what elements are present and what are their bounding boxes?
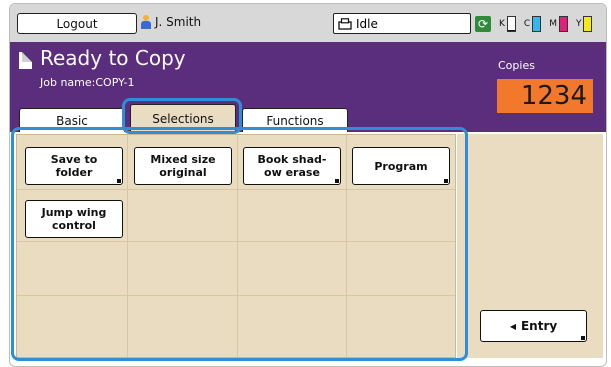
ink-level-fill xyxy=(584,17,592,31)
user-name: J. Smith xyxy=(155,15,202,29)
copies-label: Copies xyxy=(498,59,535,72)
entry-button[interactable]: ◀ Entry xyxy=(480,310,587,342)
arrow-left-icon: ◀ xyxy=(509,321,516,331)
ink-levels: ⟳ K C M Y xyxy=(475,13,603,34)
button-label: Save to folder xyxy=(50,153,98,179)
tab-functions[interactable]: Functions xyxy=(242,108,348,132)
mixed-size-original-button[interactable]: Mixed size original xyxy=(134,147,232,185)
ink-c: C xyxy=(523,15,542,32)
ink-level-fill xyxy=(507,29,515,31)
tab-label: Functions xyxy=(266,113,324,128)
submenu-marker-icon xyxy=(335,179,339,183)
printer-status-icon xyxy=(338,17,352,30)
ink-label: K xyxy=(499,18,505,29)
tab-selections[interactable]: Selections xyxy=(130,104,236,132)
ink-level-fill xyxy=(559,17,567,31)
ink-level-fill xyxy=(533,17,541,31)
ink-label: Y xyxy=(575,18,582,29)
copies-count[interactable]: 1234 xyxy=(497,79,593,113)
ink-level-bar xyxy=(583,15,593,32)
entry-label: Entry xyxy=(520,319,558,333)
tab-label: Basic xyxy=(56,113,88,128)
ink-level-bar xyxy=(532,15,542,32)
machine-status[interactable]: Idle xyxy=(333,13,471,34)
ink-y: Y xyxy=(575,15,593,32)
document-icon xyxy=(19,52,32,69)
ink-m: M xyxy=(549,15,568,32)
selections-panel: Save to folder Mixed size original Book … xyxy=(16,134,456,358)
button-label: Mixed size original xyxy=(150,153,216,179)
page-title: Ready to Copy xyxy=(40,46,186,70)
button-label: Jump wing control xyxy=(41,206,107,232)
jump-wing-control-button[interactable]: Jump wing control xyxy=(25,200,123,238)
submenu-marker-icon xyxy=(117,179,121,183)
job-name: Job name:COPY-1 xyxy=(40,76,135,89)
status-text: Idle xyxy=(356,16,378,31)
book-shadow-erase-button[interactable]: Book shad- ow erase xyxy=(243,147,341,185)
button-label: Program xyxy=(374,159,428,173)
save-to-folder-button[interactable]: Save to folder xyxy=(25,147,123,185)
user-icon xyxy=(141,15,151,29)
ink-level-bar xyxy=(506,15,516,32)
recycle-icon: ⟳ xyxy=(475,15,491,32)
grid-line xyxy=(237,135,238,357)
grid-line xyxy=(346,135,347,357)
ink-label: C xyxy=(523,18,531,29)
tab-basic[interactable]: Basic xyxy=(19,108,125,132)
status-bar: Logout J. Smith Idle ⟳ K C M Y xyxy=(10,4,606,42)
header: Ready to Copy Job name:COPY-1 Copies 123… xyxy=(10,42,606,132)
printer-panel: Logout J. Smith Idle ⟳ K C M Y Ready to … xyxy=(9,3,607,367)
grid-line xyxy=(17,295,455,296)
grid-line xyxy=(17,189,455,190)
ink-level-bar xyxy=(558,15,568,32)
submenu-marker-icon xyxy=(444,179,448,183)
logout-button[interactable]: Logout xyxy=(17,13,137,34)
ink-label: M xyxy=(549,18,557,29)
logout-label: Logout xyxy=(56,16,98,31)
tab-label: Selections xyxy=(152,111,214,126)
submenu-marker-icon xyxy=(581,336,585,340)
program-button[interactable]: Program xyxy=(352,147,450,185)
button-label: Book shad- ow erase xyxy=(257,153,327,179)
grid-line xyxy=(127,135,128,357)
current-user: J. Smith xyxy=(141,15,201,29)
grid-line xyxy=(17,241,455,242)
ink-k: K xyxy=(499,15,516,32)
